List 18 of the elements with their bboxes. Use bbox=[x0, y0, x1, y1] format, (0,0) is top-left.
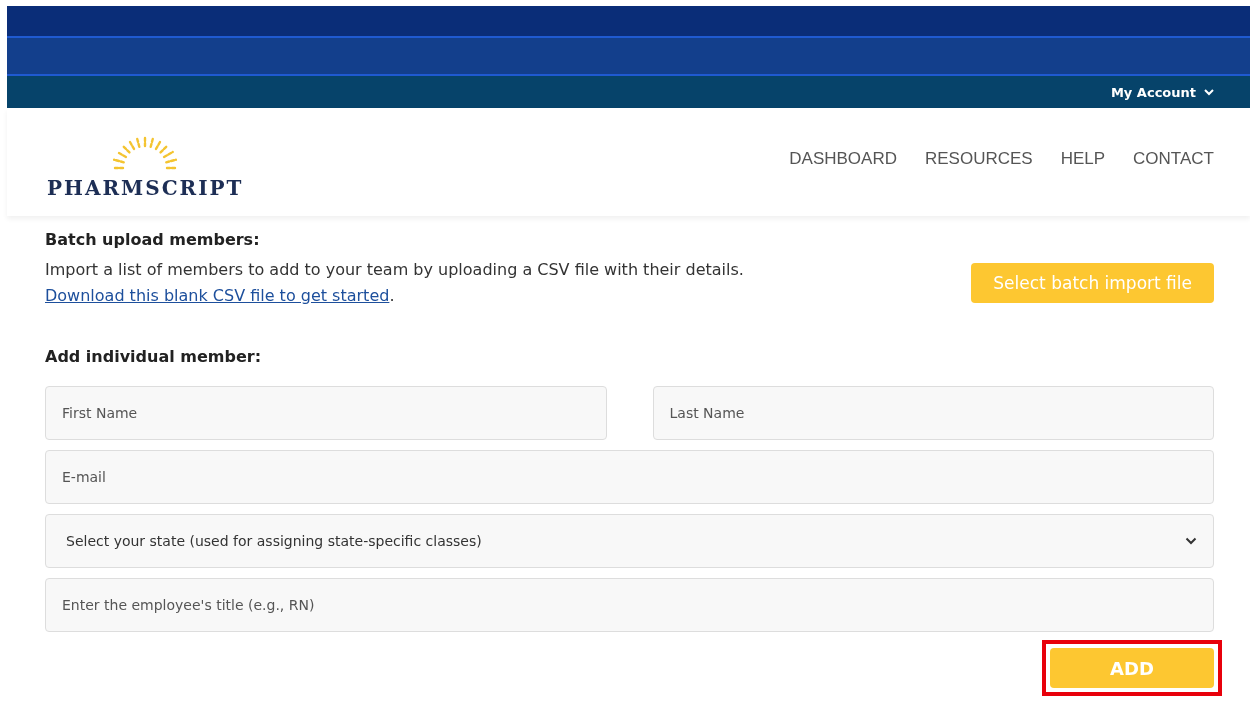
download-link[interactable]: Download this blank CSV file to get started bbox=[45, 286, 390, 305]
last-name-field[interactable]: Last Name bbox=[652, 386, 1214, 440]
section-heading: Add individual member: bbox=[45, 347, 263, 366]
nav-link[interactable]: CONTACT bbox=[1133, 149, 1214, 169]
first-name-field[interactable]: First Name bbox=[45, 386, 607, 440]
chevron-down-icon bbox=[1185, 537, 1197, 545]
nav-link[interactable]: DASHBOARD bbox=[789, 149, 897, 169]
nav-link[interactable]: RESOURCES bbox=[925, 149, 1033, 169]
logo-text: PHARMSCRIPT bbox=[47, 176, 244, 200]
state-dropdown[interactable]: Select your state (used for assigning state-specific classes) bbox=[45, 514, 1214, 568]
description-text: Import a list of members to add to your team by uploading a CSV file with their details. bbox=[45, 259, 744, 281]
section-heading: Batch upload members: bbox=[45, 230, 261, 249]
email-field[interactable]: E-mail bbox=[45, 450, 1214, 504]
chevron-down-icon bbox=[1204, 88, 1214, 96]
punctuation-text: . bbox=[389, 286, 395, 305]
account-menu[interactable]: My Account bbox=[1110, 84, 1214, 100]
title-field[interactable]: Enter the employee's title (e.g., RN) bbox=[45, 578, 1214, 632]
nav-link[interactable]: HELP bbox=[1060, 149, 1106, 169]
